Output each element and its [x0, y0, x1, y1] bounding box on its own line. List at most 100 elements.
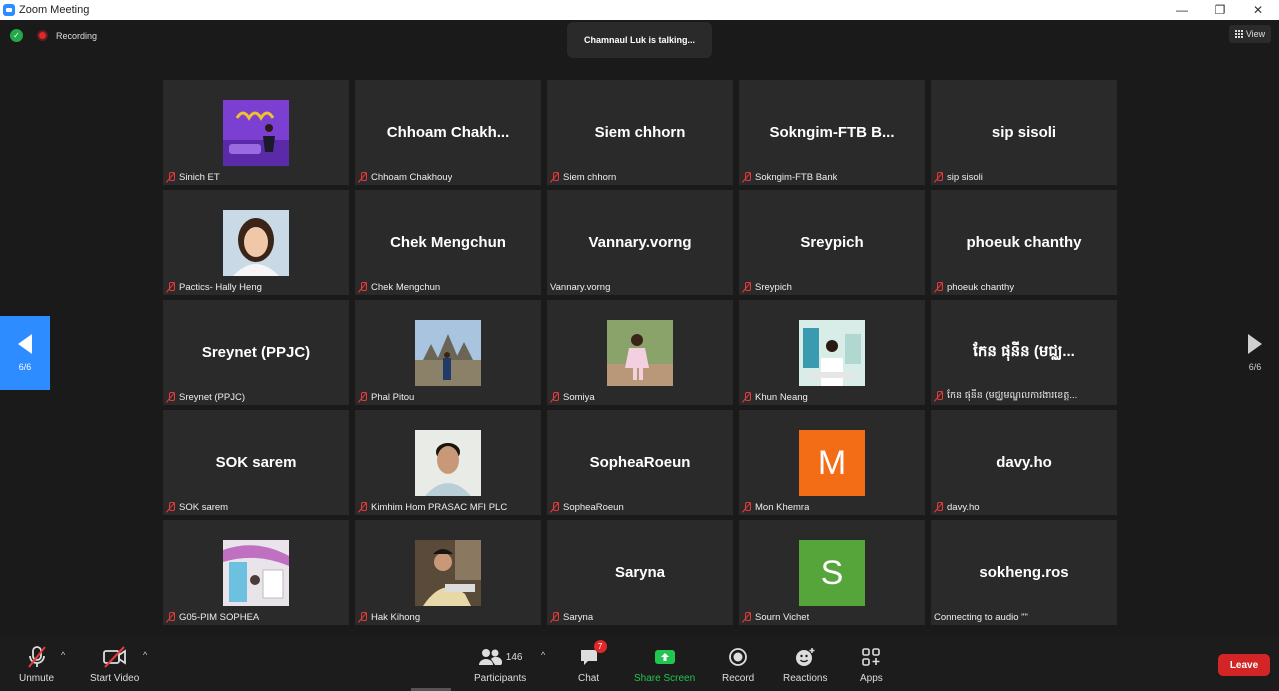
participant-name: Sinich ET: [179, 172, 220, 183]
record-label: Record: [722, 673, 755, 684]
video-options-caret[interactable]: ^: [143, 650, 147, 660]
share-screen-button[interactable]: Share Screen: [634, 645, 695, 684]
participant-tile[interactable]: Phal Pitou: [355, 300, 541, 405]
participant-display-name: Chhoam Chakh...: [386, 124, 510, 141]
participant-name-label: Saryna: [550, 612, 593, 623]
audio-options-caret[interactable]: ^: [61, 650, 65, 660]
muted-microphone-icon: [934, 172, 944, 183]
participant-tile[interactable]: Saryna Saryna: [547, 520, 733, 625]
participants-count: 146: [505, 651, 523, 663]
chat-button[interactable]: 7 Chat: [578, 640, 607, 684]
participant-name: Siem chhorn: [563, 172, 617, 183]
participant-name: Connecting to audio "": [934, 612, 1028, 623]
participant-tile[interactable]: davy.ho davy.ho: [931, 410, 1117, 515]
participant-tile[interactable]: Sokngim-FTB B... Sokngim-FTB Bank: [739, 80, 925, 185]
participant-tile[interactable]: កែន ផុនីន (មជ្ឈ... កែន ផុនីន (មជ្ឈមណ្ឌលកា…: [931, 300, 1117, 405]
participant-display-name: Sreynet (PPJC): [201, 344, 311, 361]
view-label: View: [1245, 29, 1266, 39]
participant-name: Vannary.vorng: [550, 282, 611, 293]
participant-tile[interactable]: Sreypich Sreypich: [739, 190, 925, 295]
unmute-button[interactable]: Unmute: [19, 645, 54, 684]
maximize-button[interactable]: ❐: [1200, 0, 1240, 20]
unmute-label: Unmute: [19, 673, 55, 684]
record-button[interactable]: Record: [722, 645, 754, 684]
muted-microphone-icon: [742, 502, 752, 513]
muted-microphone-icon: [742, 282, 752, 293]
participant-avatar-image: [799, 320, 865, 386]
participant-name: sip sisoli: [947, 172, 983, 183]
muted-microphone-icon: [934, 502, 944, 513]
participant-tile[interactable]: Khun Neang: [739, 300, 925, 405]
participant-tile[interactable]: Kimhim Hom PRASAC MFI PLC: [355, 410, 541, 515]
start-video-button[interactable]: Start Video: [90, 645, 139, 684]
muted-microphone-icon: [166, 392, 176, 403]
participant-tile[interactable]: Somiya: [547, 300, 733, 405]
participant-name: Hak Kihong: [371, 612, 421, 623]
leave-button[interactable]: Leave: [1218, 654, 1270, 676]
active-speaker-banner: Chamnaul Luk is talking...: [567, 22, 712, 58]
participant-tile[interactable]: Chek Mengchun Chek Mengchun: [355, 190, 541, 295]
share-screen-icon: [654, 645, 676, 669]
participant-name-label: Sreynet (PPJC): [166, 392, 245, 403]
next-page-button[interactable]: 6/6: [1231, 316, 1279, 390]
muted-microphone-icon: [742, 172, 752, 183]
participant-tile[interactable]: Vannary.vorng Vannary.vorng: [547, 190, 733, 295]
recording-icon[interactable]: [37, 30, 48, 41]
view-button[interactable]: View: [1229, 25, 1271, 43]
muted-microphone-icon: [166, 282, 176, 293]
participant-tile[interactable]: sokheng.ros Connecting to audio "": [931, 520, 1117, 625]
participant-name: Phal Pitou: [371, 392, 415, 403]
apps-button[interactable]: Apps: [860, 645, 883, 684]
participant-name: Khun Neang: [755, 392, 808, 403]
participant-avatar-image: [607, 320, 673, 386]
muted-microphone-icon: [166, 612, 176, 623]
participants-button[interactable]: 146 Participants: [474, 645, 526, 684]
minimize-button[interactable]: —: [1162, 0, 1202, 20]
apps-icon: [862, 645, 881, 669]
participant-tile[interactable]: phoeuk chanthy phoeuk chanthy: [931, 190, 1117, 295]
participant-tile[interactable]: Sinich ET: [163, 80, 349, 185]
participant-tile[interactable]: Pactics- Hally Heng: [163, 190, 349, 295]
participant-name-label: Chek Mengchun: [358, 282, 440, 293]
letter-avatar: M: [799, 430, 865, 496]
participant-name-label: កែន ផុនីន (មជ្ឈមណ្ឌលការងារខេត្ត...: [934, 389, 1077, 403]
muted-microphone-icon: [358, 172, 368, 183]
participant-tile[interactable]: SOK sarem SOK sarem: [163, 410, 349, 515]
participant-name-label: Sreypich: [742, 282, 792, 293]
chat-label: Chat: [578, 673, 600, 684]
participant-display-name: Vannary.vorng: [588, 234, 692, 251]
reactions-button[interactable]: Reactions: [783, 645, 827, 684]
participants-options-caret[interactable]: ^: [541, 650, 545, 660]
participant-tile[interactable]: sip sisoli sip sisoli: [931, 80, 1117, 185]
previous-page-button[interactable]: 6/6: [0, 316, 50, 390]
participant-name-label: davy.ho: [934, 502, 980, 513]
participant-display-name: SOK sarem: [215, 454, 297, 471]
muted-microphone-icon: [934, 390, 944, 402]
participant-tile[interactable]: G05-PIM SOPHEA: [163, 520, 349, 625]
muted-microphone-icon: [166, 172, 176, 183]
participant-name-label: Connecting to audio "": [934, 612, 1028, 623]
participant-display-name: phoeuk chanthy: [966, 234, 1082, 251]
participant-tile[interactable]: Sreynet (PPJC) Sreynet (PPJC): [163, 300, 349, 405]
participants-icon-group: 146: [478, 645, 523, 669]
close-button[interactable]: ✕: [1238, 0, 1278, 20]
participant-tile[interactable]: S Sourn Vichet: [739, 520, 925, 625]
meeting-toolbar: Unmute ^ Start Video ^ 146 Participants …: [0, 636, 1279, 691]
participant-tile[interactable]: Chhoam Chakh... Chhoam Chakhouy: [355, 80, 541, 185]
reactions-icon: [794, 645, 816, 669]
participant-display-name: Sreypich: [800, 234, 864, 251]
participant-name-label: G05-PIM SOPHEA: [166, 612, 259, 623]
start-video-label: Start Video: [90, 673, 140, 684]
arrow-right-icon: [1248, 334, 1262, 354]
participant-avatar-image: [415, 430, 481, 496]
participant-name: Kimhim Hom PRASAC MFI PLC: [371, 502, 508, 513]
participant-tile[interactable]: Hak Kihong: [355, 520, 541, 625]
participant-name: SOK sarem: [179, 502, 229, 513]
window-title: Zoom Meeting: [19, 4, 90, 16]
participant-tile[interactable]: Siem chhorn Siem chhorn: [547, 80, 733, 185]
recording-label: Recording: [56, 31, 98, 41]
encryption-shield-icon[interactable]: ✓: [10, 29, 23, 42]
participant-tile[interactable]: SopheaRoeun SopheaRoeun: [547, 410, 733, 515]
apps-label: Apps: [860, 673, 883, 684]
participant-tile[interactable]: M Mon Khemra: [739, 410, 925, 515]
